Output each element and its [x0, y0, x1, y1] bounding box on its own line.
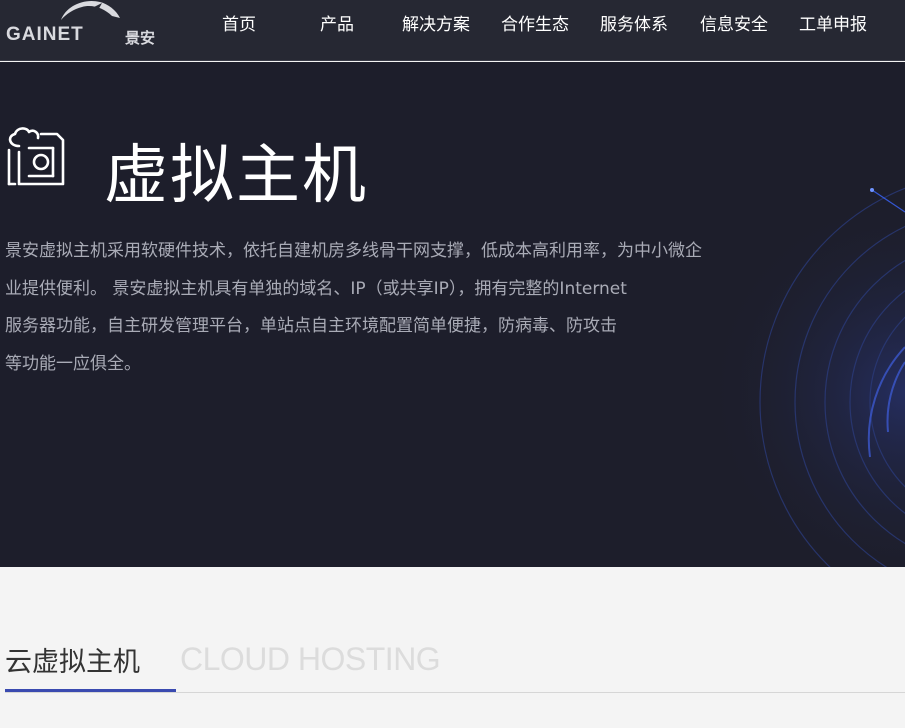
- nav-item-tickets[interactable]: 工单申报: [799, 10, 867, 35]
- description-line: 服务器功能，自主研发管理平台，单站点自主环境配置简单便捷，防病毒、防攻击: [5, 316, 617, 336]
- hero-banner: 虚拟主机 景安虚拟主机采用软硬件技术，依托自建机房多线骨干网支撑，低成本高利用率…: [0, 62, 905, 567]
- tab-active-indicator: [5, 689, 176, 692]
- section-header: 云虚拟主机 CLOUD HOSTING: [0, 567, 905, 728]
- tab-divider: [5, 692, 905, 693]
- top-navigation-bar: GAINET 景安 首页 产品 解决方案 合作生态 服务体系 信息安全 工单申报: [0, 0, 905, 61]
- description-line: 业提供便利。 景安虚拟主机具有单独的域名、IP（或共享IP），拥有完整的Inte…: [5, 278, 627, 299]
- tab-cloud-hosting[interactable]: 云虚拟主机: [5, 640, 140, 679]
- logo-wordmark: GAINET: [6, 24, 84, 45]
- tab-cloud-hosting-en: CLOUD HOSTING: [180, 641, 441, 677]
- nav-item-home[interactable]: 首页: [222, 10, 256, 35]
- nav-item-solutions[interactable]: 解决方案: [402, 10, 470, 35]
- nav-item-security[interactable]: 信息安全: [700, 10, 768, 35]
- nav-item-partners[interactable]: 合作生态: [501, 10, 569, 35]
- description-line: 景安虚拟主机采用软硬件技术，依托自建机房多线骨干网支撑，低成本高利用率，为中小微…: [5, 241, 702, 261]
- hero-description: 景安虚拟主机采用软硬件技术，依托自建机房多线骨干网支撑，低成本高利用率，为中小微…: [5, 233, 745, 383]
- gainet-logo[interactable]: GAINET 景安: [4, 0, 169, 50]
- nav-item-products[interactable]: 产品: [320, 10, 354, 35]
- description-line: 等功能一应俱全。: [5, 353, 141, 374]
- nav-item-services[interactable]: 服务体系: [600, 10, 668, 35]
- logo-cn-text: 景安: [125, 29, 156, 47]
- cloud-server-icon: [5, 126, 65, 194]
- page-title: 虚拟主机: [104, 139, 368, 213]
